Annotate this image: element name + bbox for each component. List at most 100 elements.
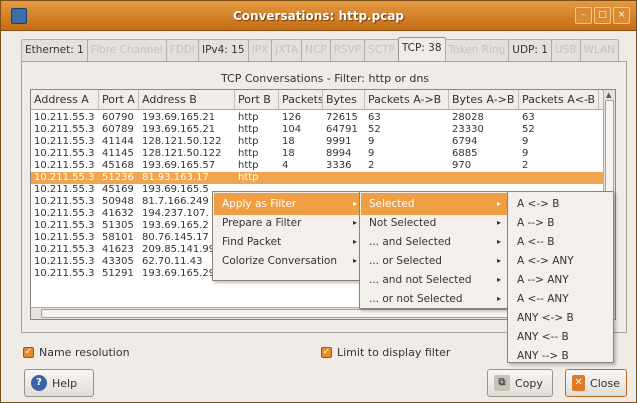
column-header-packets[interactable]: Packets bbox=[279, 90, 323, 110]
table-row[interactable]: 10.211.55.3 60790 193.69.165.21 http 126 7261… bbox=[31, 112, 605, 124]
limit-filter-checkbox[interactable]: ✓ bbox=[321, 347, 332, 358]
table-row[interactable]: 10.211.55.3 51236 81.93.163.17 http bbox=[31, 172, 605, 184]
table-row[interactable]: 10.211.55.3 60789 193.69.165.21 http 104 6479… bbox=[31, 124, 605, 136]
table-cell: 128.121.50.122 bbox=[142, 148, 222, 159]
table-cell: 10.211.55.3 bbox=[34, 124, 95, 135]
table-cell: 23330 bbox=[452, 124, 484, 135]
tab-tcp-38[interactable]: TCP: 38 bbox=[397, 37, 446, 61]
table-cell: 4 bbox=[282, 160, 289, 171]
minimize-button[interactable]: – bbox=[575, 7, 592, 24]
table-cell: 64791 bbox=[326, 124, 358, 135]
table-cell: 9 bbox=[368, 136, 375, 147]
help-icon: ? bbox=[31, 375, 47, 391]
submenu-arrow-icon: ▸ bbox=[496, 294, 501, 303]
table-cell: 9 bbox=[522, 136, 529, 147]
menu-item-label: Prepare a Filter bbox=[222, 217, 302, 229]
menu-item-label: A <-- B bbox=[517, 236, 555, 248]
table-cell: 52 bbox=[368, 124, 381, 135]
table-cell: 193.69.165.57 bbox=[142, 160, 216, 171]
name-resolution-label: Name resolution bbox=[39, 346, 130, 359]
table-cell: 3336 bbox=[326, 160, 352, 171]
tab-fibre-channel: Fibre Channel bbox=[86, 39, 167, 61]
column-header-port-a[interactable]: Port A bbox=[99, 90, 139, 110]
column-header-packets-a-to-b[interactable]: Packets A->B bbox=[365, 90, 449, 110]
help-button[interactable]: ? Help bbox=[24, 369, 94, 397]
column-header-port-b[interactable]: Port B bbox=[235, 90, 279, 110]
panel-title: TCP Conversations - Filter: http or dns bbox=[220, 72, 430, 85]
tab-ncp: NCP bbox=[301, 39, 331, 61]
column-header-bytes-a-to-b[interactable]: Bytes A->B bbox=[449, 90, 519, 110]
table-cell: 10.211.55.3 bbox=[34, 136, 95, 147]
table-cell: 43305 bbox=[102, 256, 134, 267]
name-resolution-checkbox[interactable]: ✓ bbox=[23, 347, 34, 358]
column-header-address-a[interactable]: Address A bbox=[31, 90, 99, 110]
table-cell: 63 bbox=[522, 112, 535, 123]
table-cell: 2 bbox=[522, 160, 529, 171]
table-cell: 41623 bbox=[102, 244, 134, 255]
table-cell: 28028 bbox=[452, 112, 484, 123]
copy-button[interactable]: ⧉ Copy bbox=[487, 369, 553, 397]
close-icon: ✕ bbox=[572, 375, 586, 391]
table-cell: 58101 bbox=[102, 232, 134, 243]
table-cell: 51236 bbox=[102, 172, 134, 183]
table-cell: http bbox=[238, 172, 259, 183]
tab-fddi: FDDI bbox=[165, 39, 199, 61]
tab-rsvp: RSVP bbox=[329, 39, 366, 61]
table-cell: 10.211.55.3 bbox=[34, 244, 95, 255]
table-cell: 45169 bbox=[102, 184, 134, 195]
scroll-up-icon[interactable]: ▲ bbox=[606, 91, 611, 99]
menu-item-label: Colorize Conversation bbox=[222, 255, 338, 267]
menu-item-label: A --> ANY bbox=[517, 274, 569, 286]
tab-ethernet-1[interactable]: Ethernet: 1 bbox=[21, 39, 88, 61]
menu-item-label: ... and Selected bbox=[369, 236, 451, 248]
table-cell: http bbox=[238, 148, 259, 159]
menu-item-label: A --> B bbox=[517, 217, 555, 229]
table-cell: 6794 bbox=[452, 136, 478, 147]
table-cell: http bbox=[238, 124, 259, 135]
table-cell: 10.211.55.3 bbox=[34, 256, 95, 267]
table-cell: 9991 bbox=[326, 136, 352, 147]
table-cell bbox=[449, 172, 519, 184]
tab-udp-1[interactable]: UDP: 1 bbox=[508, 39, 552, 61]
maximize-button[interactable]: □ bbox=[594, 7, 611, 24]
column-header-bytes[interactable]: Bytes bbox=[323, 90, 365, 110]
horizontal-scroll-thumb[interactable] bbox=[41, 309, 581, 318]
tab-sctp: SCTP bbox=[364, 39, 399, 61]
help-label: Help bbox=[52, 376, 78, 390]
menu-item-label: ... or not Selected bbox=[369, 293, 463, 305]
menu-item-label: Not Selected bbox=[369, 217, 437, 229]
table-cell: 10.211.55.3 bbox=[34, 208, 95, 219]
table-header: Address A Port A Address B Port B Packets Byt… bbox=[31, 90, 605, 110]
table-cell: 10.211.55.3 bbox=[34, 112, 95, 123]
filter-item-or-not-selected[interactable]: ... or not Selected ▸ bbox=[361, 288, 507, 310]
table-row[interactable]: 10.211.55.3 41145 128.121.50.122 http 18 8994… bbox=[31, 148, 605, 160]
direction-item-any-to-b[interactable]: ANY --> B bbox=[509, 345, 612, 367]
table-cell: 193.69.165.21 bbox=[142, 124, 216, 135]
table-cell: 63 bbox=[368, 112, 381, 123]
table-cell: 10.211.55.3 bbox=[34, 172, 95, 183]
context-menu: Apply as Filter ▸ Prepare a Filter ▸ Find Pa… bbox=[212, 191, 365, 281]
menu-item-label: ANY --> B bbox=[517, 350, 569, 362]
menu-item-label: ... and not Selected bbox=[369, 274, 472, 286]
table-cell bbox=[519, 172, 599, 184]
menu-item-colorize-conversation[interactable]: Colorize Conversation ▸ bbox=[214, 250, 363, 272]
tab-ipv4-15[interactable]: IPv4: 15 bbox=[197, 39, 249, 61]
tab-wlan: WLAN bbox=[579, 39, 620, 61]
close-button[interactable]: ✕ Close bbox=[565, 369, 627, 397]
table-cell: 193.69.165.21 bbox=[142, 112, 216, 123]
protocol-tabs: Ethernet: 1 Fibre Channel FDDI IPv4: 15 IPX J… bbox=[21, 37, 620, 61]
close-window-button[interactable]: × bbox=[613, 7, 630, 24]
column-header-packets-a-from-b[interactable]: Packets A<-B bbox=[519, 90, 599, 110]
table-cell: http bbox=[238, 112, 259, 123]
table-cell: 18 bbox=[282, 136, 295, 147]
table-cell: 2 bbox=[368, 160, 375, 171]
menu-item-label: ANY <-- B bbox=[517, 331, 569, 343]
table-cell: 60789 bbox=[102, 124, 134, 135]
table-cell: 10.211.55.3 bbox=[34, 160, 95, 171]
title-bar[interactable]: Conversations: http.pcap – □ × bbox=[1, 1, 636, 31]
table-row[interactable]: 10.211.55.3 45168 193.69.165.57 http 4 3336 2 9… bbox=[31, 160, 605, 172]
tab-usb: USB bbox=[550, 39, 581, 61]
column-header-address-b[interactable]: Address B bbox=[139, 90, 235, 110]
table-row[interactable]: 10.211.55.3 41144 128.121.50.122 http 18 9991… bbox=[31, 136, 605, 148]
menu-item-label: ... or Selected bbox=[369, 255, 442, 267]
